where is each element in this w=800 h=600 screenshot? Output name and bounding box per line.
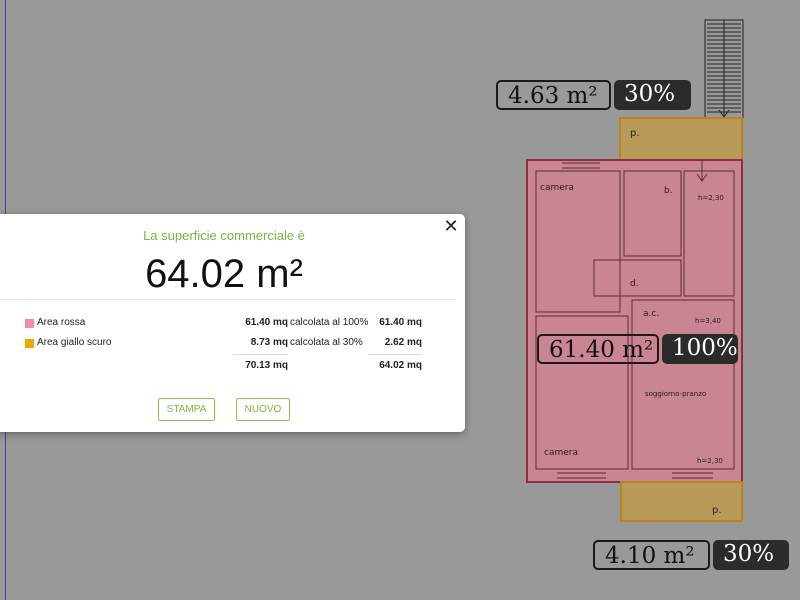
room-label-camera-bottom: camera [544,448,578,458]
area-percent: 30% [614,80,691,110]
area-percent: 100% [662,334,738,364]
area-badge-top: 4.63 m² 30% [496,80,691,110]
area-badge-middle: 61.40 m² 100% [537,334,738,364]
room-label-height-top: h=2,30 [698,194,724,202]
porch-top-area[interactable] [619,117,743,161]
result-dialog: ✕ La superficie commerciale è 64.02 m² A… [0,214,465,432]
red-swatch [25,319,34,328]
staircase [704,19,744,119]
new-button[interactable]: NUOVO [236,398,290,421]
area-badge-bottom: 4.10 m² 30% [593,540,789,570]
total-mq: 70.13 mq [245,360,288,371]
total-separator [233,354,288,355]
room-label-camera-top: camera [540,183,574,193]
area-value: 4.63 m² [496,80,611,110]
room-label-living: soggiorno-pranzo [645,390,706,398]
total-area: 64.02 m² [145,252,303,296]
room-label-ac: a.c. [643,309,659,319]
row-result: 61.40 mq [379,317,422,328]
table-row-red-area: Area rossa 61.40 mq calcolata al 100% 61… [0,315,465,335]
porch-bottom-label: p. [712,505,722,516]
print-button[interactable]: STAMPA [158,398,215,421]
row-label: Area rossa [37,317,86,328]
row-result: 2.62 mq [384,337,422,348]
row-calc: calcolata al 100% [290,317,369,328]
row-mq: 8.73 mq [250,337,288,348]
porch-top-label: p. [630,128,640,139]
room-label-height-mid: h=3,40 [695,317,721,325]
row-calc: calcolata al 30% [290,337,363,348]
table-row-total: 70.13 mq 64.02 mq [0,358,465,378]
yellow-swatch [25,339,34,348]
room-label-hall: d. [630,279,639,289]
dialog-subtitle: La superficie commerciale è [143,228,305,243]
room-label-height-bottom: h=2,30 [697,457,723,465]
row-mq: 61.40 mq [245,317,288,328]
divider [0,299,456,300]
area-value: 4.10 m² [593,540,710,570]
area-value: 61.40 m² [537,334,659,364]
total-result: 64.02 mq [379,360,422,371]
table-row-yellow-area: Area giallo scuro 8.73 mq calcolata al 3… [0,335,465,355]
row-label: Area giallo scuro [37,337,112,348]
porch-bottom-area[interactable] [620,481,743,522]
room-label-bathroom: b. [664,186,673,196]
area-percent: 30% [713,540,789,570]
total-separator [368,354,422,355]
